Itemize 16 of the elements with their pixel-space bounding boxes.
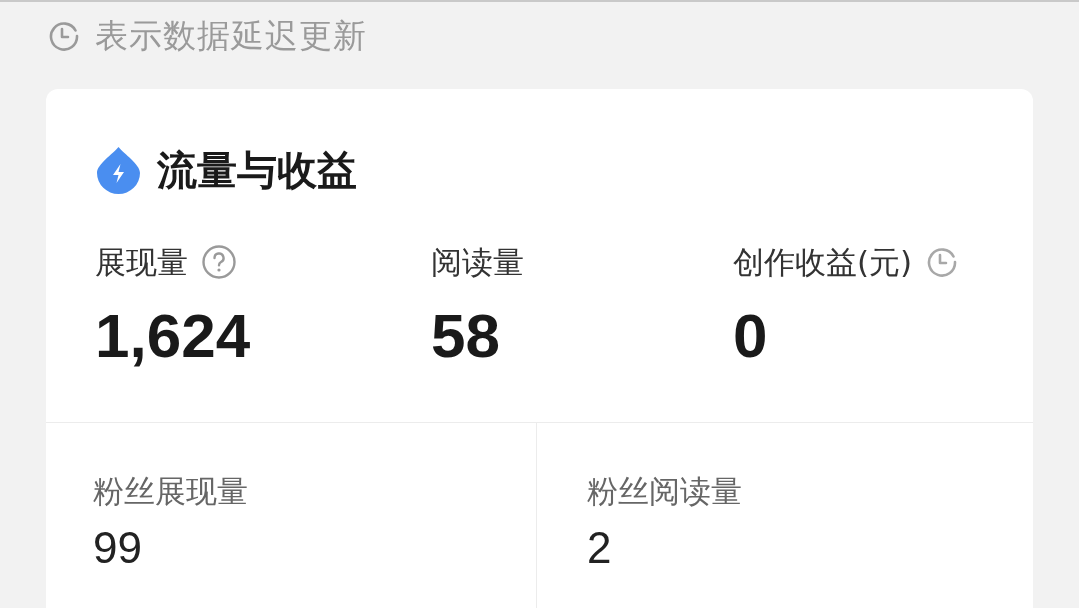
clock-icon xyxy=(48,20,80,52)
card-title: 流量与收益 xyxy=(157,146,357,194)
metric-label: 创作收益(元) xyxy=(733,243,913,282)
metric-value: 58 xyxy=(431,300,500,372)
delay-notice: 表示数据延迟更新 xyxy=(95,16,367,56)
metric-value: 0 xyxy=(733,300,768,372)
metric-label: 展现量 xyxy=(95,243,188,282)
lightning-drop-icon xyxy=(97,146,140,194)
fan-metric-value: 2 xyxy=(587,523,612,573)
fan-metric-label: 粉丝阅读量 xyxy=(587,472,742,511)
clock-icon xyxy=(926,246,959,278)
metric-label: 阅读量 xyxy=(431,243,524,282)
fan-metric-value: 99 xyxy=(93,523,142,573)
fan-metric-label: 粉丝展现量 xyxy=(93,472,248,511)
metric-value: 1,624 xyxy=(95,300,251,372)
help-icon[interactable] xyxy=(202,245,236,279)
